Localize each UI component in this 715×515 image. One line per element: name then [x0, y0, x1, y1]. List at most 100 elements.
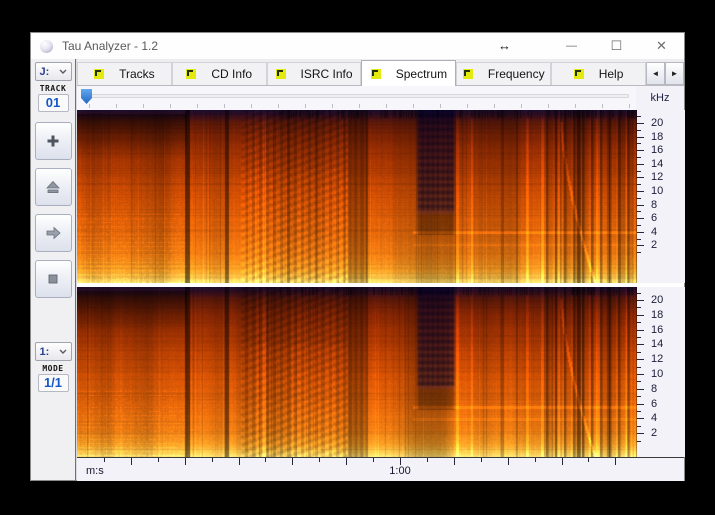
time-tick: [481, 458, 482, 462]
minimize-button[interactable]: —: [549, 33, 594, 59]
time-tick: [239, 458, 240, 465]
freq-tick: [637, 205, 644, 206]
tab-label: CD Info: [211, 67, 252, 81]
freq-tick: [637, 184, 641, 185]
freq-tick: [637, 322, 641, 323]
slider-tick: [629, 104, 630, 108]
spectrogram-panel-2-row: 2468101214161820: [77, 287, 684, 457]
freq-axis-unit: kHz: [636, 86, 684, 110]
time-tick-label: 1:00: [389, 465, 410, 477]
arrow-right-icon: [45, 225, 62, 241]
freq-tick: [637, 337, 641, 338]
tab-flag-icon: [186, 69, 196, 79]
mode-value: 1/1: [38, 374, 69, 392]
tab-frequency[interactable]: Frequency: [456, 62, 551, 85]
freq-tick-label: 2: [651, 427, 657, 439]
slider-tick: [251, 104, 252, 108]
slider-tick: [143, 104, 144, 108]
freq-tick: [637, 123, 644, 124]
time-tick: [427, 458, 428, 462]
slider-thumb[interactable]: [81, 89, 92, 104]
time-tick: [615, 458, 616, 465]
slider-tick: [359, 104, 360, 108]
time-tick: [373, 458, 374, 462]
slider-tick: [602, 104, 603, 108]
track-number-value: 01: [38, 94, 69, 112]
resize-indicator-icon: ↔: [498, 38, 511, 53]
freq-tick: [637, 198, 641, 199]
slider-track[interactable]: [83, 94, 629, 98]
spectrogram-channel-2[interactable]: [77, 287, 637, 457]
title-bar[interactable]: Tau Analyzer - 1.2 ↔ — ☐ ✕: [31, 33, 684, 59]
freq-tick-label: 18: [651, 131, 663, 143]
sidebar-toolbar: J: TRACK 01: [31, 59, 76, 480]
play-button[interactable]: [35, 214, 72, 252]
freq-tick: [637, 374, 644, 375]
time-axis: m:s 1:00: [77, 457, 684, 481]
tab-tracks[interactable]: Tracks: [77, 62, 172, 85]
tab-label: Spectrum: [396, 67, 447, 81]
freq-tick: [637, 211, 641, 212]
tab-scroll-left-button[interactable]: ◄: [646, 62, 665, 85]
freq-tick: [637, 245, 644, 246]
position-slider-row: kHz: [77, 86, 684, 110]
add-button[interactable]: [35, 122, 72, 160]
freq-tick: [637, 359, 644, 360]
freq-tick: [637, 396, 641, 397]
time-tick: [319, 458, 320, 462]
close-button[interactable]: ✕: [639, 33, 684, 59]
freq-tick: [637, 418, 644, 419]
tab-isrc-info[interactable]: ISRC Info: [267, 62, 362, 85]
tab-scroll-right-button[interactable]: ►: [665, 62, 684, 85]
freq-axis-1: 2468101214161820: [637, 110, 685, 283]
slider-tick: [467, 104, 468, 108]
stop-icon: [45, 271, 61, 287]
tab-label: Tracks: [119, 67, 155, 81]
slider-tick: [332, 104, 333, 108]
chevron-down-icon: [59, 349, 67, 354]
freq-tick: [637, 116, 641, 117]
freq-tick: [637, 191, 644, 192]
freq-tick-label: 20: [651, 294, 663, 306]
time-tick: [158, 458, 159, 462]
freq-tick-label: 4: [651, 412, 657, 424]
track-selector-dropdown[interactable]: J:: [35, 62, 72, 81]
slider-tick: [521, 104, 522, 108]
position-slider[interactable]: [77, 86, 636, 110]
mode-selector-dropdown[interactable]: 1:: [35, 342, 72, 361]
freq-tick: [637, 300, 644, 301]
freq-tick: [637, 232, 644, 233]
tab-help[interactable]: Help: [551, 62, 646, 85]
tab-spectrum[interactable]: Spectrum: [361, 60, 456, 86]
freq-tick-label: 16: [651, 324, 663, 336]
slider-tick: [278, 104, 279, 108]
tab-cd-info[interactable]: CD Info: [172, 62, 267, 85]
freq-tick-label: 14: [651, 158, 663, 170]
maximize-button[interactable]: ☐: [594, 33, 639, 59]
freq-tick: [637, 330, 644, 331]
freq-tick: [637, 315, 644, 316]
spectrogram-channel-1[interactable]: [77, 110, 637, 283]
time-axis-unit: m:s: [86, 465, 104, 477]
freq-tick: [637, 293, 641, 294]
freq-tick-label: 6: [651, 398, 657, 410]
stop-button[interactable]: [35, 260, 72, 298]
time-tick: [104, 458, 105, 462]
freq-tick: [637, 150, 644, 151]
time-tick: [454, 458, 455, 465]
freq-tick: [637, 157, 641, 158]
slider-tick: [575, 104, 576, 108]
track-selector-label: J:: [40, 66, 50, 78]
freq-tick: [637, 239, 641, 240]
freq-tick: [637, 177, 644, 178]
slider-tick: [224, 104, 225, 108]
tab-label: ISRC Info: [301, 67, 353, 81]
app-window: Tau Analyzer - 1.2 ↔ — ☐ ✕ J: TRACK 01: [30, 32, 685, 481]
eject-button[interactable]: [35, 168, 72, 206]
slider-tick: [413, 104, 414, 108]
content-area: Tracks CD Info ISRC Info Spectrum FrequencyH…: [76, 59, 684, 480]
freq-tick: [637, 426, 641, 427]
time-tick: [535, 458, 536, 462]
time-tick: [508, 458, 509, 465]
freq-tick: [637, 433, 644, 434]
